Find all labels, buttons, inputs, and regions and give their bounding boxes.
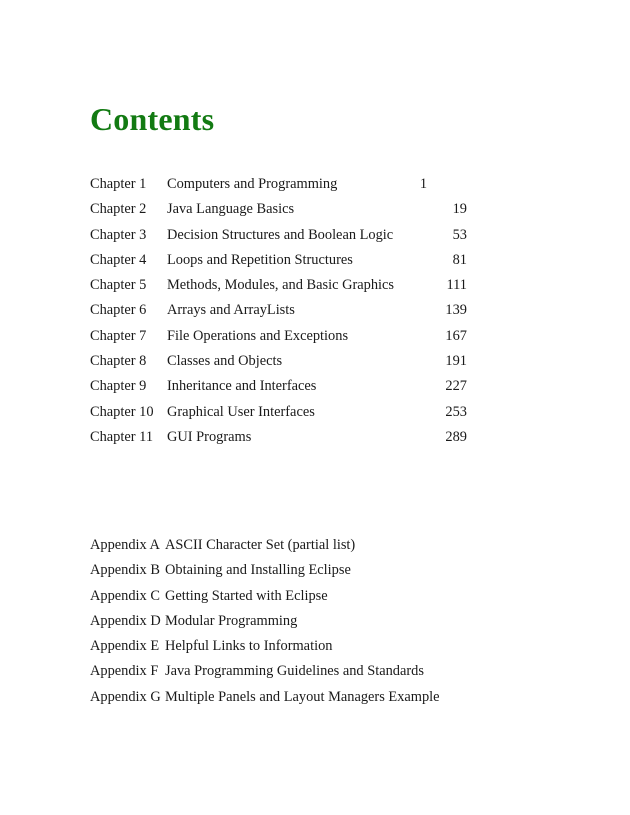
appendix-list: Appendix A ASCII Character Set (partial l… [90, 533, 510, 710]
chapter-row[interactable]: Chapter 11 GUI Programs 289 [90, 425, 470, 450]
chapter-row[interactable]: Chapter 5 Methods, Modules, and Basic Gra… [90, 273, 470, 298]
chapter-title: Computers and Programming [167, 176, 338, 192]
appendix-title: Helpful Links to Information [165, 638, 333, 655]
appendix-row[interactable]: Appendix B Obtaining and Installing Eclip… [90, 558, 510, 583]
appendix-title: ASCII Character Set (partial list) [165, 537, 356, 553]
appendix-title: Multiple Panels and Layout Managers Exam… [165, 688, 440, 705]
chapter-title: Classes and Objects [167, 353, 283, 370]
chapter-page-number: 1 [419, 176, 428, 192]
chapter-page-number: 253 [445, 403, 467, 420]
appendix-label: Appendix E [90, 638, 160, 655]
appendix-row[interactable]: Appendix G Multiple Panels and Layout Man… [90, 685, 510, 710]
chapter-label: Chapter 1 [90, 176, 147, 192]
toc-page: Contents Chapter 1 Computers and Programm… [0, 0, 630, 815]
appendix-row[interactable]: Appendix D Modular Programming [90, 609, 510, 634]
chapter-label: Chapter 8 [90, 353, 147, 370]
chapter-page-number: 19 [452, 201, 467, 218]
chapter-page-number: 111 [446, 277, 467, 294]
appendix-row[interactable]: Appendix C Getting Started with Eclipse [90, 584, 510, 609]
chapter-row[interactable]: Chapter 1 Computers and Programming 1 [90, 172, 470, 197]
page-title: Contents [90, 101, 215, 137]
chapter-row[interactable]: Chapter 3 Decision Structures and Boolean… [90, 223, 470, 248]
chapter-title: Methods, Modules, and Basic Graphics [167, 277, 395, 294]
appendix-label: Appendix D [90, 612, 161, 629]
chapter-row[interactable]: Chapter 8 Classes and Objects 191 [90, 349, 470, 374]
chapter-page-number: 191 [445, 353, 467, 370]
appendix-label: Appendix A [90, 537, 160, 553]
chapter-label: Chapter 4 [90, 251, 147, 268]
appendix-title: Java Programming Guidelines and Standard… [165, 663, 424, 680]
chapter-row[interactable]: Chapter 9 Inheritance and Interfaces 227 [90, 374, 470, 399]
chapter-title: File Operations and Exceptions [167, 327, 349, 344]
appendix-row[interactable]: Appendix E Helpful Links to Information [90, 634, 510, 659]
appendix-row[interactable]: Appendix F Java Programming Guidelines an… [90, 659, 510, 684]
chapter-list: Chapter 1 Computers and Programming 1 Chapt… [90, 172, 470, 450]
appendix-title: Obtaining and Installing Eclipse [165, 562, 351, 579]
chapter-page-number: 139 [445, 302, 467, 319]
appendix-label: Appendix F [90, 663, 159, 680]
chapter-row[interactable]: Chapter 10 Graphical User Interfaces 253 [90, 400, 470, 425]
chapter-title: Loops and Repetition Structures [167, 251, 353, 268]
chapter-label: Chapter 10 [90, 403, 154, 420]
chapter-label: Chapter 3 [90, 226, 147, 243]
chapter-label: Chapter 7 [90, 327, 147, 344]
chapter-label: Chapter 6 [90, 302, 147, 319]
chapter-title: Decision Structures and Boolean Logic [167, 226, 394, 243]
appendix-title: Getting Started with Eclipse [165, 587, 328, 604]
chapter-page-number: 289 [445, 428, 467, 445]
chapter-page-number: 167 [445, 327, 467, 344]
chapter-page-number: 227 [445, 378, 467, 395]
chapter-page-number: 81 [452, 251, 467, 268]
chapter-label: Chapter 11 [90, 428, 154, 445]
chapter-title: Arrays and ArrayLists [167, 302, 295, 319]
chapter-page-number: 53 [452, 226, 467, 243]
appendix-label: Appendix C [90, 587, 160, 604]
appendix-row[interactable]: Appendix A ASCII Character Set (partial l… [90, 533, 510, 558]
appendix-title: Modular Programming [165, 612, 298, 629]
chapter-title: Graphical User Interfaces [167, 403, 315, 420]
chapter-title: GUI Programs [167, 428, 252, 445]
appendix-label: Appendix B [90, 562, 160, 579]
chapter-row[interactable]: Chapter 4 Loops and Repetition Structures… [90, 248, 470, 273]
chapter-row[interactable]: Chapter 6 Arrays and ArrayLists 139 [90, 298, 470, 323]
chapter-label: Chapter 2 [90, 201, 147, 218]
chapter-row[interactable]: Chapter 7 File Operations and Exceptions 1… [90, 324, 470, 349]
appendix-label: Appendix G [90, 688, 161, 705]
chapter-row[interactable]: Chapter 2 Java Language Basics 19 [90, 197, 470, 222]
chapter-title: Java Language Basics [167, 201, 295, 218]
chapter-label: Chapter 5 [90, 277, 147, 294]
chapter-title: Inheritance and Interfaces [167, 378, 317, 395]
chapter-label: Chapter 9 [90, 378, 147, 395]
